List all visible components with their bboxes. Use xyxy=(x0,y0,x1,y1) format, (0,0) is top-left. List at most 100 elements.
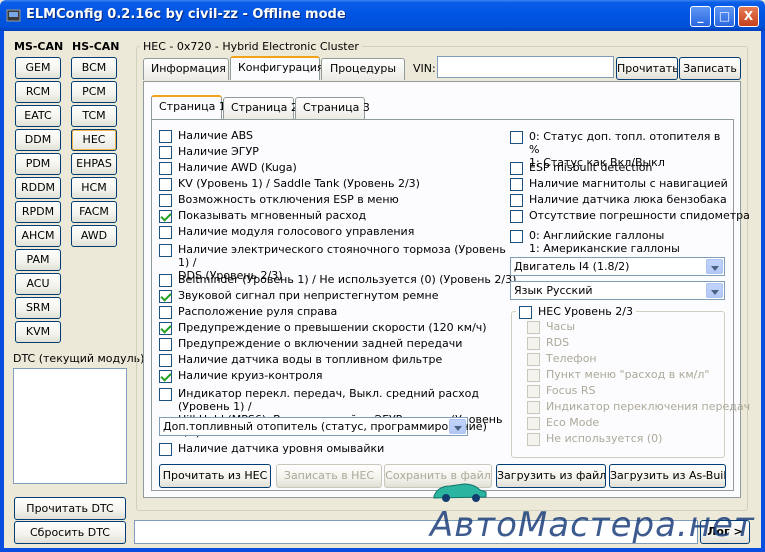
checkbox-box[interactable] xyxy=(159,306,172,319)
hec-level-option: Пункт меню "расход в км/л" xyxy=(527,368,709,382)
option-checkbox[interactable]: Расположение руля справа xyxy=(159,305,337,319)
tab-page-2[interactable]: Страница 2 xyxy=(223,97,298,119)
option-checkbox[interactable]: Отсутствие погрешности спидометра xyxy=(510,209,750,223)
module-button-facm[interactable]: FACM xyxy=(71,201,117,223)
chevron-down-icon[interactable] xyxy=(706,259,723,274)
checkbox-box[interactable] xyxy=(510,178,523,191)
checkbox-box[interactable] xyxy=(159,194,172,207)
option-checkbox[interactable]: Показывать мгновенный расход xyxy=(159,209,366,223)
checkbox-box[interactable] xyxy=(159,146,172,159)
close-button[interactable]: X xyxy=(738,6,759,27)
checkbox-box[interactable] xyxy=(159,338,172,351)
module-button-tcm[interactable]: TCM xyxy=(71,105,117,127)
checkbox-box[interactable] xyxy=(159,162,172,175)
window-title: ELMConfig 0.2.16c by civil-zz - Offline … xyxy=(26,7,346,22)
checkbox-box[interactable] xyxy=(159,443,172,456)
dtc-list[interactable] xyxy=(13,368,127,484)
option-checkbox[interactable]: Предупреждение о включении задней переда… xyxy=(159,337,462,351)
checkbox-box[interactable] xyxy=(510,194,523,207)
option-checkbox[interactable]: 0: Английские галлоны 1: Американские га… xyxy=(510,229,725,255)
module-button-ehpas[interactable]: EHPAS xyxy=(71,153,117,175)
option-checkbox[interactable]: Наличие модуля голосового управления xyxy=(159,225,414,239)
module-button-pcm[interactable]: PCM xyxy=(71,81,117,103)
checkbox-box[interactable] xyxy=(159,274,172,287)
checkbox-box[interactable] xyxy=(159,370,172,383)
option-checkbox[interactable]: Наличие ЭГУР xyxy=(159,145,259,159)
checkbox-box[interactable] xyxy=(159,354,172,367)
module-button-bcm[interactable]: BCM xyxy=(71,57,117,79)
checkbox-box[interactable] xyxy=(159,210,172,223)
checkbox-box[interactable] xyxy=(159,178,172,191)
engine-combo-value: Двигатель I4 (1.8/2) xyxy=(514,260,630,273)
washer-checkbox[interactable]: Наличие датчика уровня омывайки xyxy=(159,442,384,456)
checkbox-box[interactable] xyxy=(510,131,523,144)
module-button-kvm[interactable]: KVM xyxy=(15,321,61,343)
option-checkbox[interactable]: ESP misbuilt detection xyxy=(510,161,652,175)
option-checkbox[interactable]: KV (Уровень 1) / Saddle Tank (Уровень 2/… xyxy=(159,177,420,191)
option-checkbox[interactable]: Наличие датчика люка бензобака xyxy=(510,193,727,207)
read-from-hec-button[interactable]: Прочитать из HEC xyxy=(159,464,271,488)
hec-level-checkbox[interactable]: HEC Уровень 2/3 xyxy=(516,305,636,319)
module-button-hcm[interactable]: HCM xyxy=(71,177,117,199)
module-button-rpdm[interactable]: RPDM xyxy=(15,201,61,223)
checkbox-box[interactable] xyxy=(159,130,172,143)
load-from-asbuilt-button[interactable]: Загрузить из As-Built xyxy=(609,464,726,488)
module-button-pdm[interactable]: PDM xyxy=(15,153,61,175)
option-checkbox[interactable]: Beltminder (Уровень 1) / Не используется… xyxy=(159,273,516,287)
checkbox-box xyxy=(527,433,540,446)
hec-level-option: Eco Mode xyxy=(527,416,599,430)
checkbox-box[interactable] xyxy=(519,306,532,319)
option-checkbox[interactable]: Наличие датчика воды в топливном фильтре xyxy=(159,353,442,367)
tab-procedures[interactable]: Процедуры xyxy=(321,58,405,80)
minimize-button[interactable]: _ xyxy=(690,6,711,27)
vin-input[interactable] xyxy=(437,56,614,78)
module-button-pam[interactable]: PAM xyxy=(15,249,61,271)
option-checkbox[interactable]: Наличие магнитолы с навигацией xyxy=(510,177,728,191)
option-checkbox[interactable]: Предупреждение о превышении скорости (12… xyxy=(159,321,487,335)
option-checkbox[interactable]: Наличие AWD (Kuga) xyxy=(159,161,297,175)
option-label: Наличие датчика люка бензобака xyxy=(529,193,727,206)
module-button-srm[interactable]: SRM xyxy=(15,297,61,319)
tab-page-1[interactable]: Страница 1 xyxy=(151,95,226,119)
vin-read-button[interactable]: Прочитать xyxy=(616,57,678,80)
checkbox-box[interactable] xyxy=(159,388,172,401)
checkbox-box[interactable] xyxy=(159,226,172,239)
checkbox-box[interactable] xyxy=(159,244,172,257)
checkbox-box[interactable] xyxy=(510,230,523,243)
checkbox-box[interactable] xyxy=(159,290,172,303)
checkbox-box[interactable] xyxy=(159,322,172,335)
vin-write-button[interactable]: Записать xyxy=(679,57,741,80)
chevron-down-icon[interactable] xyxy=(706,283,723,298)
maximize-button[interactable]: □ xyxy=(714,6,735,27)
checkbox-box xyxy=(527,417,540,430)
module-button-rcm[interactable]: RCM xyxy=(15,81,61,103)
module-button-acu[interactable]: ACU xyxy=(15,273,61,295)
heater-combo[interactable]: Доп.топливный отопитель (статус, програм… xyxy=(159,417,487,436)
option-checkbox[interactable]: Звуковой сигнал при непристегнутом ремне xyxy=(159,289,438,303)
module-button-rddm[interactable]: RDDM xyxy=(15,177,61,199)
tab-info[interactable]: Информация xyxy=(143,58,229,80)
language-combo[interactable]: Язык Русский xyxy=(510,281,725,300)
module-button-hec[interactable]: HEC xyxy=(71,129,117,151)
option-checkbox[interactable]: Возможность отключения ESP в меню xyxy=(159,193,399,207)
tab-page-3[interactable]: Страница 3 xyxy=(295,97,370,119)
module-button-ahcm[interactable]: AHCM xyxy=(15,225,61,247)
read-dtc-button[interactable]: Прочитать DTC xyxy=(14,497,126,520)
module-button-eatc[interactable]: EATC xyxy=(15,105,61,127)
module-button-ddm[interactable]: DDM xyxy=(15,129,61,151)
option-label: Звуковой сигнал при непристегнутом ремне xyxy=(178,289,439,302)
module-button-awd[interactable]: AWD xyxy=(71,225,117,247)
checkbox-box[interactable] xyxy=(510,210,523,223)
load-from-file-button[interactable]: Загрузить из файла xyxy=(496,464,606,488)
option-checkbox[interactable]: Наличие круиз-контроля xyxy=(159,369,323,383)
hs-can-label: HS-CAN xyxy=(72,40,120,53)
chevron-down-icon[interactable] xyxy=(449,419,466,434)
clear-dtc-button[interactable]: Сбросить DTC xyxy=(14,521,126,544)
checkbox-box[interactable] xyxy=(510,162,523,175)
option-label: Показывать мгновенный расход xyxy=(178,209,367,222)
module-button-gem[interactable]: GEM xyxy=(15,57,61,79)
option-checkbox[interactable]: Наличие ABS xyxy=(159,129,253,143)
tab-config[interactable]: Конфигурация xyxy=(230,56,324,80)
engine-combo[interactable]: Двигатель I4 (1.8/2) xyxy=(510,257,725,276)
option-label: Наличие модуля голосового управления xyxy=(178,225,415,238)
